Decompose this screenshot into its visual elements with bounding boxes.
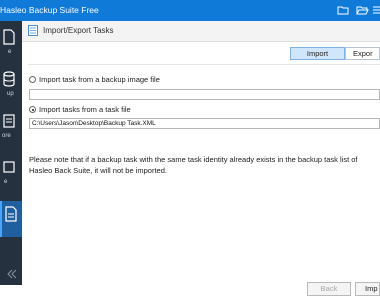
sidebar-item-home[interactable]: e <box>0 25 22 61</box>
radio-import-from-task-file[interactable] <box>29 106 36 113</box>
window-title: Hasleo Backup Suite Free <box>0 5 99 15</box>
import-button[interactable]: Imp <box>355 282 380 296</box>
sidebar: e up ore e <box>0 21 22 285</box>
radio-import-from-task-file-label[interactable]: Import tasks from a task file <box>39 105 131 114</box>
sidebar-item-backup[interactable]: up <box>0 67 22 103</box>
sidebar-item-label: ore <box>2 133 11 139</box>
tab-import[interactable]: Import <box>290 47 345 60</box>
import-note: Please note that if a backup task with t… <box>29 155 358 175</box>
sidebar-item-label: e <box>8 49 12 55</box>
back-button[interactable]: Back <box>307 282 351 296</box>
title-bar: Hasleo Backup Suite Free <box>0 0 380 21</box>
sidebar-item-restore[interactable]: ore <box>0 109 22 145</box>
radio-import-from-image-label[interactable]: Import task from a backup image file <box>39 75 160 84</box>
collapse-icon[interactable] <box>6 269 18 279</box>
folder-open-icon[interactable] <box>355 3 369 17</box>
document-icon <box>5 206 17 222</box>
restore-icon <box>3 114 15 128</box>
radio-import-from-image[interactable] <box>29 76 36 83</box>
main-panel: Import/Export Tasks Import Expor Import … <box>22 21 380 296</box>
database-icon <box>3 71 15 87</box>
sidebar-item-active[interactable] <box>0 201 22 237</box>
tab-export[interactable]: Expor <box>345 47 380 60</box>
page-title: Import/Export Tasks <box>43 26 114 35</box>
sidebar-item-tools[interactable]: e <box>0 155 22 191</box>
divider <box>28 64 380 65</box>
sidebar-item-label: e <box>4 179 8 185</box>
home-icon <box>3 29 15 45</box>
tools-icon <box>3 161 15 173</box>
task-file-input[interactable]: C:\Users\Jason\Desktop\Backup Task.XML <box>29 118 380 129</box>
menu-icon[interactable] <box>372 3 380 17</box>
sidebar-item-label: up <box>7 91 14 97</box>
page-header: Import/Export Tasks <box>22 21 380 42</box>
image-file-input[interactable] <box>29 89 380 100</box>
folder-icon[interactable] <box>336 3 350 17</box>
task-list-icon <box>28 25 38 36</box>
